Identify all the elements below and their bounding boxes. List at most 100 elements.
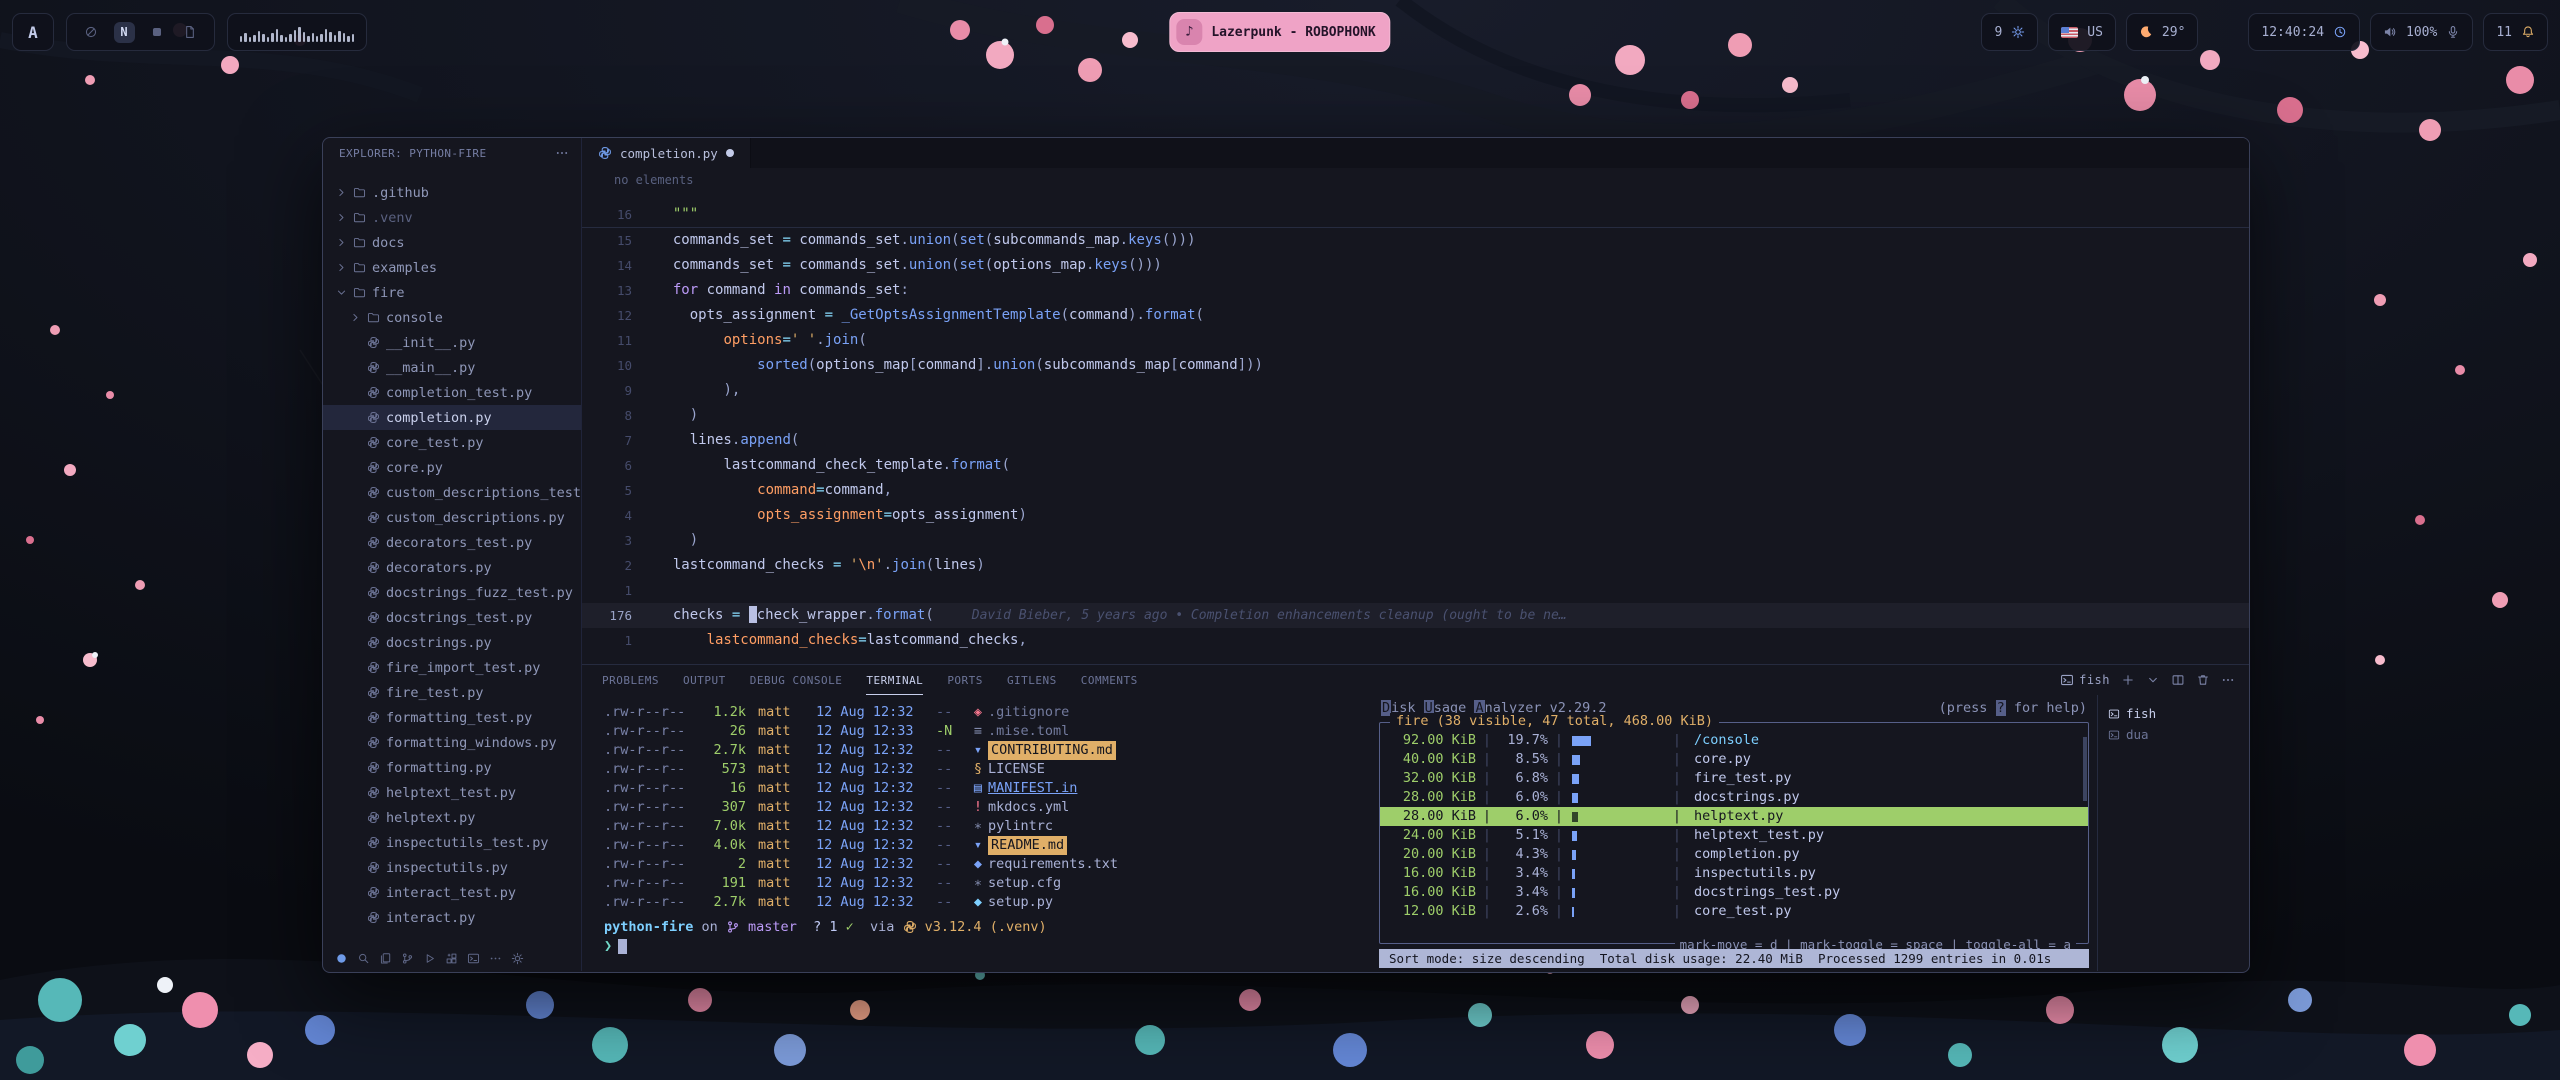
tree-item-console[interactable]: console (323, 305, 581, 330)
dua-entry-console[interactable]: 92.00 KiB|19.7%||/console (1380, 731, 2088, 750)
panel-tab-problems[interactable]: PROBLEMS (602, 665, 659, 695)
dua-entry-inspectutils.py[interactable]: 16.00 KiB|3.4%||inspectutils.py (1380, 864, 2088, 883)
tree-item-decorators_test.py[interactable]: decorators_test.py (323, 530, 581, 555)
panel-tab-ports[interactable]: PORTS (947, 665, 983, 695)
tree-item-docstrings_fuzz_test.py[interactable]: docstrings_fuzz_test.py (323, 580, 581, 605)
tree-item-helptext_test.py[interactable]: helptext_test.py (323, 780, 581, 805)
session-dua[interactable]: dua (2108, 724, 2249, 745)
tree-item-.github[interactable]: .github (323, 180, 581, 205)
workspace-square[interactable] (145, 20, 169, 44)
dua-entry-core_test.py[interactable]: 12.00 KiB|2.6%||core_test.py (1380, 902, 2088, 921)
panel-tab-comments[interactable]: COMMENTS (1081, 665, 1138, 695)
activity-debug[interactable] (423, 952, 436, 965)
weather-widget[interactable]: 29° (2126, 13, 2198, 51)
dua-scrollbar[interactable] (2083, 737, 2087, 801)
active-shell-label[interactable]: fish (2060, 673, 2110, 687)
editor-line[interactable]: 10sorted(options_map[command].union(subc… (582, 353, 2249, 378)
panel-ellipsis-button[interactable] (2221, 673, 2235, 687)
tree-item-formatting.py[interactable]: formatting.py (323, 755, 581, 780)
tree-item-examples[interactable]: examples (323, 255, 581, 280)
tree-item-core_test.py[interactable]: core_test.py (323, 430, 581, 455)
tree-item-interact.py[interactable]: interact.py (323, 905, 581, 930)
tree-item-completion_test.py[interactable]: completion_test.py (323, 380, 581, 405)
tree-item-docs[interactable]: docs (323, 230, 581, 255)
dua-disk-analyzer[interactable]: Disk Usage Analyzer v2.29.2 (press ? for… (1371, 695, 2097, 971)
panel-tab-output[interactable]: OUTPUT (683, 665, 726, 695)
editor-line[interactable]: 12opts_assignment = _GetOptsAssignmentTe… (582, 303, 2249, 328)
tree-item-interact_test.py[interactable]: interact_test.py (323, 880, 581, 905)
tree-item-fire_test.py[interactable]: fire_test.py (323, 680, 581, 705)
workspace-n-badge[interactable]: N (112, 20, 136, 44)
system-graph-widget[interactable] (227, 13, 367, 51)
tree-item-decorators.py[interactable]: decorators.py (323, 555, 581, 580)
tree-item-custom_descriptions.py[interactable]: custom_descriptions.py (323, 505, 581, 530)
activity-ellipsis[interactable] (489, 952, 502, 965)
code-editor[interactable]: 16"""15commands_set = commands_set.union… (582, 192, 2249, 664)
editor-line[interactable]: 6lastcommand_check_template.format( (582, 453, 2249, 478)
dua-entry-fire_test.py[interactable]: 32.00 KiB|6.8%||fire_test.py (1380, 769, 2088, 788)
panel-tab-terminal[interactable]: TERMINAL (866, 665, 923, 695)
activity-extensions[interactable] (445, 952, 458, 965)
editor-line[interactable]: 15commands_set = commands_set.union(set(… (582, 228, 2249, 253)
explorer-menu-host[interactable] (555, 146, 569, 160)
editor-line[interactable]: 176checks = check_wrapper.format(David B… (582, 603, 2249, 628)
tree-item-formatting_test.py[interactable]: formatting_test.py (323, 705, 581, 730)
updates-widget[interactable]: 9 (1981, 13, 2038, 51)
editor-line[interactable]: 2lastcommand_checks = '\n'.join(lines) (582, 553, 2249, 578)
dua-entry-core.py[interactable]: 40.00 KiB|8.5%||core.py (1380, 750, 2088, 769)
tab-completion-py[interactable]: completion.py (582, 138, 751, 168)
tree-item-custom_descriptions_test[interactable]: custom_descriptions_test… (323, 480, 581, 505)
modified-dot-icon[interactable] (726, 149, 734, 157)
workspace-switcher[interactable]: N (66, 13, 215, 51)
panel-tab-debug-console[interactable]: DEBUG CONSOLE (750, 665, 843, 695)
launcher-button[interactable]: A (12, 13, 54, 51)
editor-line[interactable]: 14commands_set = commands_set.union(set(… (582, 253, 2249, 278)
editor-line[interactable]: 13for command in commands_set: (582, 278, 2249, 303)
shell-input-line[interactable]: ❯ (604, 937, 1371, 956)
editor-line[interactable]: 1lastcommand_checks=lastcommand_checks, (582, 628, 2249, 653)
tree-item-fire_import_test.py[interactable]: fire_import_test.py (323, 655, 581, 680)
panel-split-button[interactable] (2171, 673, 2185, 687)
activity-files[interactable] (379, 952, 392, 965)
notifications-widget[interactable]: 11 (2483, 13, 2548, 51)
editor-line[interactable]: 16""" (582, 202, 2249, 228)
editor-line[interactable]: 7lines.append( (582, 428, 2249, 453)
tree-item-__init__.py[interactable]: __init__.py (323, 330, 581, 355)
activity-gear[interactable] (511, 952, 524, 965)
tree-item-docstrings.py[interactable]: docstrings.py (323, 630, 581, 655)
editor-line[interactable]: 9), (582, 378, 2249, 403)
tree-item-.venv[interactable]: .venv (323, 205, 581, 230)
tree-item-completion.py[interactable]: completion.py (323, 405, 581, 430)
keyboard-layout-widget[interactable]: US (2048, 13, 2116, 51)
panel-chevron-down-button[interactable] (2146, 673, 2160, 687)
dua-entry-docstrings_test.py[interactable]: 16.00 KiB|3.4%||docstrings_test.py (1380, 883, 2088, 902)
editor-line[interactable]: 1 (582, 578, 2249, 603)
activity-scm[interactable] (401, 952, 414, 965)
activity-remote[interactable] (335, 952, 348, 965)
breadcrumb[interactable]: no elements (582, 168, 2249, 192)
clock-widget[interactable]: 12:40:24 (2248, 13, 2360, 51)
panel-tab-gitlens[interactable]: GITLENS (1007, 665, 1057, 695)
editor-line[interactable]: 4opts_assignment=opts_assignment) (582, 503, 2249, 528)
editor-line[interactable]: 8) (582, 403, 2249, 428)
dua-entry-helptext_test.py[interactable]: 24.00 KiB|5.1%||helptext_test.py (1380, 826, 2088, 845)
media-widget[interactable]: ♪ Lazerpunk - ROBOPHONK (1169, 12, 1390, 52)
tree-item-__main__.py[interactable]: __main__.py (323, 355, 581, 380)
editor-line[interactable]: 11options=' '.join( (582, 328, 2249, 353)
tree-item-docstrings_test.py[interactable]: docstrings_test.py (323, 605, 581, 630)
workspace-slash-circle[interactable] (79, 20, 103, 44)
tree-item-core.py[interactable]: core.py (323, 455, 581, 480)
fish-terminal[interactable]: .rw-r--r--1.2kmatt12 Aug 12:32--◈.gitign… (582, 695, 1371, 971)
activity-terminal[interactable] (467, 952, 480, 965)
tree-item-formatting_windows.py[interactable]: formatting_windows.py (323, 730, 581, 755)
tree-item-inspectutils.py[interactable]: inspectutils.py (323, 855, 581, 880)
tree-item-inspectutils_test.py[interactable]: inspectutils_test.py (323, 830, 581, 855)
audio-widget[interactable]: 100% (2370, 13, 2473, 51)
tree-item-helptext.py[interactable]: helptext.py (323, 805, 581, 830)
editor-line[interactable]: 5command=command, (582, 478, 2249, 503)
session-fish[interactable]: fish (2108, 703, 2249, 724)
editor-line[interactable]: 3) (582, 528, 2249, 553)
tree-item-fire[interactable]: fire (323, 280, 581, 305)
panel-trash-button[interactable] (2196, 673, 2210, 687)
workspace-file[interactable] (178, 20, 202, 44)
